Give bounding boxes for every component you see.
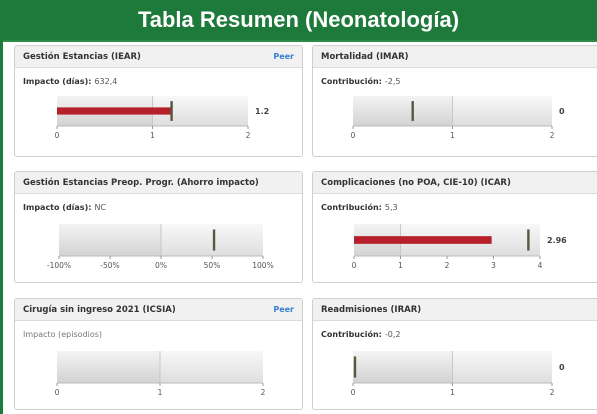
card-preop: Gestión Estancias Preop. Progr. (Ahorro … xyxy=(14,171,303,283)
tick-label: 0 xyxy=(55,388,60,397)
range-band-upper xyxy=(160,351,263,383)
bullet-chart: 1.2 0 1 2 xyxy=(55,96,269,140)
range-band-lower xyxy=(57,351,160,383)
tick-label: 1 xyxy=(450,131,455,140)
bullet-chart: -100% -50% 0% 50% 100% xyxy=(47,224,274,270)
tick-label: 2 xyxy=(261,388,266,397)
tick-label: 0 xyxy=(55,131,60,140)
card-icar: Complicaciones (no POA, CIE-10) (ICAR) C… xyxy=(312,171,597,283)
card-icsia: Cirugía sin ingreso 2021 (ICSIA) Peer Im… xyxy=(14,298,303,410)
target-marker xyxy=(170,101,173,121)
card-imar: Mortalidad (IMAR) Contribución: -2,5 0012 xyxy=(312,45,597,157)
range-band-lower xyxy=(353,96,453,126)
card-irar: Readmisiones (IRAR) Contribución: -0,2 00… xyxy=(312,298,597,410)
bullet-chart: 2.96 0 1 2 3 4 xyxy=(352,224,567,270)
value-label: 2.96 xyxy=(547,236,567,245)
tick-label: 2 xyxy=(445,261,450,270)
bullet-chart: 0 0 1 2 xyxy=(351,351,565,397)
range-band-upper xyxy=(452,351,552,383)
range-band-lower xyxy=(59,224,161,256)
target-marker xyxy=(353,356,357,378)
tick-label: 0% xyxy=(155,261,167,270)
tick-label: -50% xyxy=(100,261,119,270)
tick-label: 0 xyxy=(351,388,356,397)
value-bar xyxy=(57,107,172,115)
target-marker xyxy=(411,101,414,121)
tick-label: -100% xyxy=(47,261,71,270)
tick-label: 1 xyxy=(150,131,155,140)
top-frame-border xyxy=(3,40,597,42)
value-label: 0 xyxy=(559,107,565,116)
tick-label: 1 xyxy=(450,388,455,397)
page-title-banner: Tabla Resumen (Neonatología) xyxy=(0,0,597,40)
value-bar xyxy=(354,236,492,244)
left-frame-border xyxy=(0,40,3,414)
range-band-upper xyxy=(452,96,552,126)
tick-label: 0 xyxy=(352,261,357,270)
value-label: 0 xyxy=(559,363,565,372)
target-marker xyxy=(527,229,530,251)
target-marker xyxy=(212,229,216,251)
range-band-lower xyxy=(353,351,453,383)
tick-label: 1 xyxy=(398,261,403,270)
tick-label: 1 xyxy=(158,388,163,397)
tick-label: 50% xyxy=(204,261,221,270)
card-iear: Gestión Estancias (IEAR) Peer Impacto (d… xyxy=(14,45,303,157)
tick-label: 4 xyxy=(538,261,543,270)
tick-label: 2 xyxy=(550,131,555,140)
tick-label: 2 xyxy=(246,131,251,140)
range-band-upper xyxy=(161,224,263,256)
tick-label: 0 xyxy=(351,131,356,140)
value-label: 1.2 xyxy=(255,107,269,116)
bullet-chart: 0 1 2 xyxy=(55,351,266,397)
tick-label: 2 xyxy=(550,388,555,397)
bullet-chart: 0 0 1 2 xyxy=(351,96,565,140)
tick-label: 100% xyxy=(252,261,273,270)
tick-label: 3 xyxy=(491,261,496,270)
